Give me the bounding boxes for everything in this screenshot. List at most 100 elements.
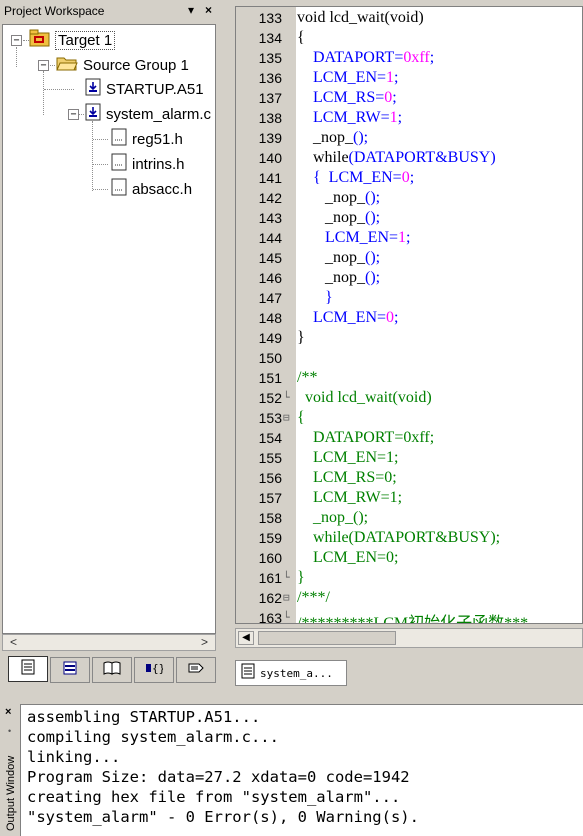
workspace-title: Project Workspace [4,4,105,18]
code-line: { [297,29,305,46]
line-number: 145 [258,250,282,266]
code-line: DATAPORT=0xff; [297,429,435,446]
workspace-horizontal-scrollbar[interactable]: < > [2,634,216,651]
line-number: 136 [258,70,282,86]
line-number: 154 [258,430,282,446]
include-label: intrins.h [132,155,185,173]
line-number: 139 [258,130,282,146]
output-side-bar: × • Output Window [0,700,20,836]
output-window: × • Output Window assembling STARTUP.A51… [0,700,583,836]
registers-icon [62,660,78,681]
line-number: 155 [258,450,282,466]
code-line: { LCM_EN=0; [313,169,415,186]
line-number: 157 [258,490,282,506]
tree-item-include[interactable]: reg51.h [111,128,183,150]
line-number: 152 [258,390,282,406]
file-collapse-toggle[interactable]: − [68,109,79,120]
output-line: compiling system_alarm.c... [27,728,279,746]
line-number: 149 [258,330,282,346]
line-number: 153 [258,410,282,426]
code-line: LCM_EN=0; [313,309,399,326]
scroll-left-button[interactable]: < [5,635,22,650]
code-line: _nop_(); [325,269,381,286]
code-line: /***/ [297,589,330,606]
code-line: /*********LCM初始化子函数*** [297,615,529,624]
line-number: 158 [258,510,282,526]
tree-item-source-group[interactable]: Source Group 1 [56,54,189,76]
code-line: LCM_EN=0; [297,549,399,566]
source-file-icon [85,78,101,100]
line-number: 137 [258,90,282,106]
tree-item-target[interactable]: Target 1 [29,29,116,51]
code-line: LCM_EN=1; [313,69,399,86]
scroll-left-button[interactable]: ◀ [238,631,254,645]
code-line: _nop_(); [325,249,381,266]
line-number: 150 [258,350,282,366]
functions-tab[interactable]: {} [134,657,174,683]
target-label: Target 1 [54,30,116,50]
svg-text:{}: {} [152,662,163,675]
include-label: absacc.h [132,180,193,198]
code-line: while(DATAPORT&BUSY); [297,529,501,546]
scroll-right-button[interactable]: > [196,635,213,650]
editor-horizontal-scrollbar[interactable]: ◀ [235,628,583,648]
output-close-button[interactable]: × [5,706,11,718]
workspace-pin-button[interactable]: ▾ [188,3,194,17]
line-number: 133 [258,10,282,26]
code-line: LCM_RS=0; [313,89,397,106]
templates-icon [187,660,205,681]
line-number: 148 [258,310,282,326]
code-line: _nop_(); [313,129,369,146]
tree-item-include[interactable]: intrins.h [111,153,185,175]
books-tab[interactable] [92,657,132,683]
tree-item-main-file[interactable]: system_alarm.c [85,103,211,125]
output-line: assembling STARTUP.A51... [27,708,261,726]
include-label: reg51.h [132,130,183,148]
line-number: 163 [258,610,282,624]
output-line: Program Size: data=27.2 xdata=0 code=194… [27,768,410,786]
project-tree: − Target 1 − Source Group 1 STARTUP.A51 … [2,24,216,634]
build-output[interactable]: assembling STARTUP.A51... compiling syst… [20,704,583,836]
fold-collapse-icon[interactable]: ⊟ [283,591,290,604]
workspace-close-button[interactable]: × [205,3,212,17]
code-line: { [297,409,305,426]
tree-item-startup-file[interactable]: STARTUP.A51 [85,78,204,100]
line-number: 146 [258,270,282,286]
output-line: "system_alarm" - 0 Error(s), 0 Warning(s… [27,808,419,826]
target-collapse-toggle[interactable]: − [11,35,22,46]
header-file-icon [111,178,127,200]
code-line: } [297,329,305,346]
line-number: 160 [258,550,282,566]
scroll-thumb[interactable] [258,631,396,645]
code-line: DATAPORT=0xff; [313,49,435,66]
line-number: 151 [258,370,282,386]
files-tab[interactable] [8,656,48,682]
line-number: 138 [258,110,282,126]
line-number: 134 [258,30,282,46]
group-collapse-toggle[interactable]: − [38,60,49,71]
fold-collapse-icon[interactable]: ⊟ [283,411,290,424]
code-line: LCM_EN=1; [297,449,399,466]
fold-end-marker: └ [283,611,290,624]
fold-end-marker: └ [283,571,290,584]
line-number: 135 [258,50,282,66]
regs-tab[interactable] [50,657,90,683]
editor-tab-label: system_a... [260,666,333,680]
file-label: STARTUP.A51 [106,80,204,98]
line-number: 159 [258,530,282,546]
line-number: 141 [258,170,282,186]
workspace-title-bar: Project Workspace ▾ × [0,2,222,22]
code-editor[interactable]: 133 134 135 136 137 138 139 140 141 142 143 144 145 1… [235,6,583,624]
code-line: _nop_(); [297,509,369,526]
editor-file-tab[interactable]: system_a... [235,660,347,686]
code-line: LCM_EN=1; [325,229,411,246]
line-number: 147 [258,290,282,306]
fold-end-marker: └ [283,391,290,404]
code-line: /** [297,369,318,386]
functions-icon: {} [145,660,165,681]
code-line: LCM_RS=0; [297,469,397,486]
code-line: _nop_(); [325,209,381,226]
tree-item-include[interactable]: absacc.h [111,178,192,200]
folder-open-icon [56,54,78,76]
templates-tab[interactable] [176,657,216,683]
